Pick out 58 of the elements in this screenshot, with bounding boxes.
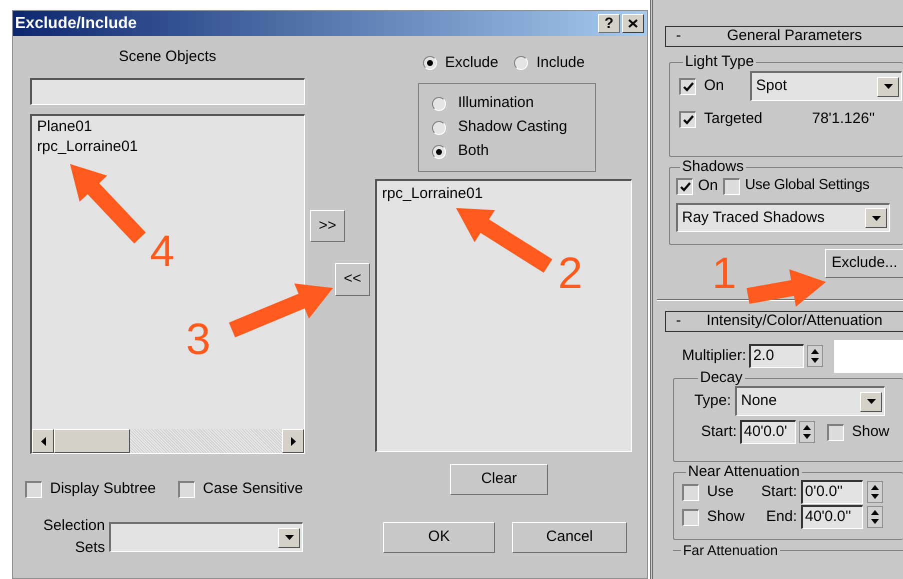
list-label: Scene Objects [118, 46, 216, 67]
collapse-toggle[interactable]: - [676, 310, 706, 333]
field-label: Start: [760, 482, 797, 502]
rollout-title: Intensity/Color/Attenuation [706, 311, 884, 332]
checkbox-label: Show [852, 422, 890, 442]
callout-number: 1 [712, 254, 736, 294]
remove-button[interactable]: << [335, 263, 370, 296]
field-label: Start: [701, 422, 737, 442]
rollout-title: General Parameters [726, 26, 864, 46]
checkbox-label: Use [707, 482, 735, 502]
checkbox-label: Case Sensitive [202, 478, 303, 499]
dropdown[interactable]: Spot [750, 71, 902, 101]
window-title: Exclude/Include [15, 14, 137, 34]
input-field[interactable]: 40'0.0' [740, 420, 796, 444]
collapse-toggle[interactable]: - [676, 25, 706, 48]
checkbox-label: On [704, 76, 726, 96]
group-title: Light Type [684, 54, 755, 70]
field-label: End: [765, 506, 797, 527]
field-label: Selection Sets [42, 516, 105, 558]
checkbox-label: Show [707, 506, 746, 527]
input-field[interactable]: 0'0.0'' [801, 480, 863, 504]
list-item[interactable]: Plane01 [37, 117, 92, 137]
dropdown-value: Ray Traced Shadows [682, 208, 825, 228]
exclude-button[interactable]: Exclude... [825, 248, 903, 278]
checkbox-label: Use Global Settings [745, 176, 870, 196]
list-item[interactable]: rpc_Lorraine01 [37, 137, 138, 157]
radio-label: Both [458, 141, 489, 162]
dropdown[interactable]: None [735, 386, 885, 416]
help-button[interactable]: ? [598, 14, 620, 33]
dropdown-value: None [741, 391, 777, 412]
dropdown[interactable]: Ray Traced Shadows [676, 203, 890, 232]
callout-number: 2 [558, 254, 582, 294]
cancel-button[interactable]: Cancel [512, 522, 627, 553]
radio-label: Include [536, 52, 585, 73]
group-title: Near Attenuation [687, 464, 801, 480]
radio-label: Shadow Casting [458, 117, 568, 138]
group-title: Decay [699, 370, 744, 386]
field-label: Multiplier: [682, 346, 746, 366]
radio-label: Illumination [458, 93, 534, 114]
checkbox-label: Display Subtree [50, 478, 156, 499]
rollout-header[interactable]: - General Parameters [665, 26, 903, 47]
group-title: Far Attenuation [682, 543, 779, 557]
checkbox-label: On [698, 176, 718, 196]
list-item[interactable]: rpc_Lorraine01 [382, 184, 483, 204]
ok-button[interactable]: OK [383, 522, 495, 553]
dropdown-value: Spot [756, 76, 787, 96]
clear-button[interactable]: Clear [450, 464, 548, 495]
input-field[interactable]: 2.0 [749, 344, 804, 368]
distance-value: 78'1.126'' [812, 108, 875, 129]
add-button[interactable]: >> [310, 210, 345, 242]
input-field[interactable]: 40'0.0'' [801, 505, 863, 529]
rollout-header[interactable]: - Intensity/Color/Attenuation [665, 311, 903, 332]
callout-number: 4 [150, 232, 174, 272]
group-title: Shadows [681, 159, 745, 175]
radio-label: Exclude [445, 52, 498, 73]
checkbox-label: Targeted [704, 108, 764, 129]
field-label: Type: [694, 390, 731, 411]
callout-number: 3 [186, 320, 210, 360]
